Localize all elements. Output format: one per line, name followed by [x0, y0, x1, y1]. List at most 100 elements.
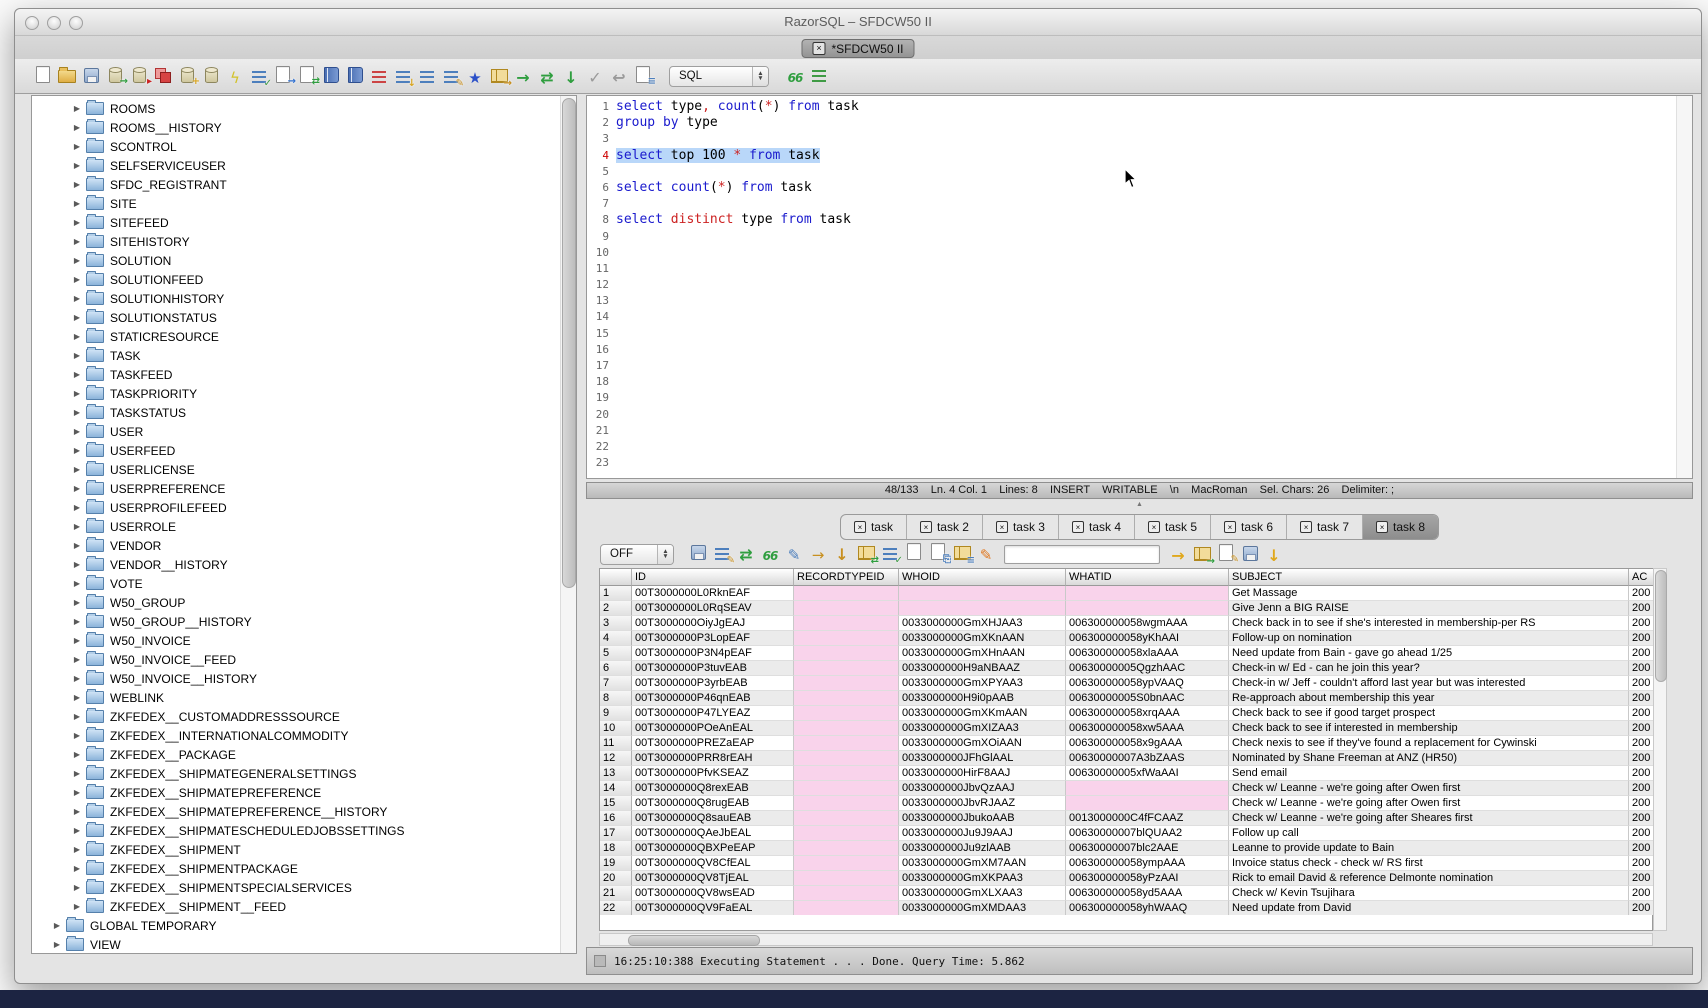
table-cell[interactable]: 00T3000000QV8wsEAD [632, 886, 794, 901]
editor-line[interactable]: 18 [587, 374, 1676, 390]
table-cell[interactable]: Get Massage [1229, 586, 1629, 601]
table-cell[interactable] [794, 646, 899, 661]
tree-item-userlicense[interactable]: ▶USERLICENSE [32, 460, 560, 479]
column-header-AC[interactable]: AC [1629, 569, 1654, 586]
table-cell[interactable] [794, 616, 899, 631]
tree-item-zkfedex__shipmentpackage[interactable]: ▶ZKFEDEX__SHIPMENTPACKAGE [32, 859, 560, 878]
table-cell[interactable]: 00T3000000P47LYEAZ [632, 706, 794, 721]
table-cell[interactable]: 00T3000000QV8CfEAL [632, 856, 794, 871]
table-cell[interactable]: 006300000058x9gAAA [1066, 736, 1229, 751]
tree-item-solutionstatus[interactable]: ▶SOLUTIONSTATUS [32, 308, 560, 327]
tree-item-sitehistory[interactable]: ▶SITEHISTORY [32, 232, 560, 251]
table-cell[interactable] [1066, 601, 1229, 616]
table-cell[interactable] [794, 781, 899, 796]
result-tab-task-8[interactable]: ×task 8 [1363, 515, 1438, 539]
table-cell[interactable]: 0033000000GmXKPAA3 [899, 871, 1066, 886]
editor-line[interactable]: 3 [587, 131, 1676, 147]
auto-refresh-select[interactable]: OFF ▲▼ [600, 544, 674, 565]
table-cell[interactable] [794, 676, 899, 691]
table-cell[interactable]: 006300000058yhWAAQ [1066, 901, 1229, 916]
table-cell[interactable]: 00T3000000OiyJgEAJ [632, 616, 794, 631]
disclosure-triangle-icon[interactable]: ▶ [70, 636, 84, 645]
table-cell[interactable]: 200 [1629, 781, 1654, 796]
tree-item-taskfeed[interactable]: ▶TASKFEED [32, 365, 560, 384]
describe-icon[interactable]: 66 [784, 67, 806, 89]
table-cell[interactable] [899, 586, 1066, 601]
table-cell[interactable]: 0033000000JFhGlAAL [899, 751, 1066, 766]
disclosure-triangle-icon[interactable]: ▶ [70, 579, 84, 588]
row-number-cell[interactable]: 13 [600, 766, 632, 781]
table-cell[interactable]: 00T3000000PREZaEAP [632, 736, 794, 751]
table-cell[interactable]: 00630000007blQUAA2 [1066, 826, 1229, 841]
disclosure-triangle-icon[interactable]: ▶ [70, 256, 84, 265]
table-cell[interactable]: 0033000000GmXHnAAN [899, 646, 1066, 661]
disclosure-triangle-icon[interactable]: ▶ [70, 788, 84, 797]
disclosure-triangle-icon[interactable]: ▶ [70, 465, 84, 474]
table-cell[interactable]: 200 [1629, 796, 1654, 811]
save-icon[interactable] [80, 64, 102, 86]
table-cell[interactable]: Send email [1229, 766, 1629, 781]
column-header-RECORDTYPEID[interactable]: RECORDTYPEID [794, 569, 899, 586]
tree-scrollbar-thumb[interactable] [562, 98, 576, 588]
table-cell[interactable]: 0033000000GmXKnAAN [899, 631, 1066, 646]
disclosure-triangle-icon[interactable]: ▶ [70, 484, 84, 493]
tab-close-icon[interactable]: × [1300, 521, 1312, 533]
tree-item-site[interactable]: ▶SITE [32, 194, 560, 213]
sort-list-icon[interactable]: ↓ [392, 65, 414, 87]
table-cell[interactable]: 006300000058yKhAAI [1066, 631, 1229, 646]
open-file-icon[interactable] [56, 63, 78, 85]
editor-line[interactable]: 1select type, count(*) from task [587, 99, 1676, 115]
disclosure-triangle-icon[interactable]: ▶ [70, 750, 84, 759]
disclosure-triangle-icon[interactable]: ▶ [70, 427, 84, 436]
results-vscroll-thumb[interactable] [1655, 570, 1667, 682]
tree-item-userfeed[interactable]: ▶USERFEED [32, 441, 560, 460]
table-cell[interactable]: 200 [1629, 811, 1654, 826]
disclosure-triangle-icon[interactable]: ▶ [70, 104, 84, 113]
reload-table-icon[interactable]: ⇄ [855, 542, 877, 564]
describe-table-icon[interactable]: 66 [759, 545, 781, 567]
table-cell[interactable]: 00T3000000Q8rexEAB [632, 781, 794, 796]
tab-close-icon[interactable]: × [1072, 521, 1084, 533]
table-cell[interactable]: Nominated by Shane Freeman at ANZ (HR50) [1229, 751, 1629, 766]
table-cell[interactable]: 200 [1629, 586, 1654, 601]
table-cell[interactable] [794, 601, 899, 616]
disclosure-triangle-icon[interactable]: ▶ [70, 275, 84, 284]
export-file-icon[interactable]: → [272, 63, 294, 85]
table-cell[interactable]: 00T3000000P46qnEAB [632, 691, 794, 706]
tree-item-solutionhistory[interactable]: ▶SOLUTIONHISTORY [32, 289, 560, 308]
disclosure-triangle-icon[interactable]: ▶ [70, 389, 84, 398]
column-header-WHOID[interactable]: WHOID [899, 569, 1066, 586]
table-cell[interactable]: 200 [1629, 676, 1654, 691]
row-number-cell[interactable]: 9 [600, 706, 632, 721]
highlight-icon[interactable]: ✎ [975, 544, 997, 566]
tree-item-sfdc_registrant[interactable]: ▶SFDC_REGISTRANT [32, 175, 560, 194]
table-cell[interactable]: 00T3000000P3tuvEAB [632, 661, 794, 676]
table-cell[interactable]: 00T3000000QV9FaEAL [632, 901, 794, 916]
table-cell[interactable] [794, 796, 899, 811]
results-search-input[interactable] [1004, 545, 1160, 564]
table-cell[interactable]: 0033000000GmXLXAA3 [899, 886, 1066, 901]
tree-item-taskpriority[interactable]: ▶TASKPRIORITY [32, 384, 560, 403]
table-cell[interactable]: 0033000000GmXPYAA3 [899, 676, 1066, 691]
tree-item-weblink[interactable]: ▶WEBLINK [32, 688, 560, 707]
table-cell[interactable] [794, 721, 899, 736]
disclosure-triangle-icon[interactable]: ▶ [70, 864, 84, 873]
result-tab-task-6[interactable]: ×task 6 [1211, 515, 1287, 539]
disclosure-triangle-icon[interactable]: ▶ [70, 446, 84, 455]
table-cell[interactable]: 0033000000Ju9zlAAB [899, 841, 1066, 856]
insert-row-icon[interactable]: → [807, 544, 829, 566]
table-cell[interactable]: 00T3000000P3yrbEAB [632, 676, 794, 691]
results-hscroll-thumb[interactable] [628, 935, 760, 946]
tree-item-w50_invoice[interactable]: ▶W50_INVOICE [32, 631, 560, 650]
disclosure-triangle-icon[interactable]: ▶ [70, 199, 84, 208]
tree-item-solution[interactable]: ▶SOLUTION [32, 251, 560, 270]
disclosure-triangle-icon[interactable]: ▶ [70, 332, 84, 341]
disclosure-triangle-icon[interactable]: ▶ [70, 218, 84, 227]
editor-line[interactable]: 17 [587, 358, 1676, 374]
editor-scrollbar[interactable] [1676, 96, 1692, 478]
table-cell[interactable]: Check-in w/ Jeff - couldn't afford last … [1229, 676, 1629, 691]
document-tab-close-icon[interactable]: × [812, 42, 825, 55]
format-list-icon[interactable] [416, 65, 438, 87]
table-cell[interactable]: 00T3000000Q8sauEAB [632, 811, 794, 826]
table-cell[interactable]: Need update from Bain - gave go ahead 1/… [1229, 646, 1629, 661]
